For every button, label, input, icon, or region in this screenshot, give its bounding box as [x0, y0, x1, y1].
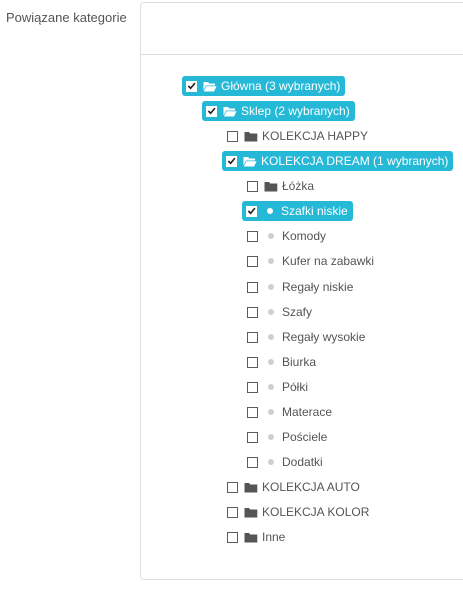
folder-open-icon: [203, 81, 217, 92]
dot-icon: [268, 284, 274, 290]
category-checkbox[interactable]: [247, 281, 258, 293]
dot-icon: [268, 334, 274, 340]
category-checkbox[interactable]: [227, 531, 238, 543]
tree-node-label: Szafy: [282, 305, 313, 319]
tree-node-glowna[interactable]: Główna (3 wybranych): [182, 76, 346, 96]
tree-node-materace[interactable]: Materace: [247, 402, 332, 422]
dot-icon: [268, 434, 274, 440]
dot-icon: [268, 359, 274, 365]
category-checkbox[interactable]: [247, 331, 258, 343]
tree-node-kolekcja-happy[interactable]: KOLEKCJA HAPPY: [227, 126, 368, 146]
tree-node-label: Dodatki: [282, 455, 323, 469]
tree-node-label: Sklep (2 wybranych): [241, 104, 350, 118]
dot-icon: [268, 258, 274, 264]
folder-open-icon: [223, 106, 237, 117]
tree-node-label: KOLEKCJA HAPPY: [262, 129, 369, 143]
category-checkbox[interactable]: [206, 105, 217, 117]
panel-toolbar-divider: [141, 54, 463, 55]
checkmark-icon: [187, 82, 196, 90]
tree-node-label: Materace: [282, 405, 333, 419]
tree-node-label: KOLEKCJA DREAM (1 wybranych): [261, 154, 449, 168]
tree-node-komody[interactable]: Komody: [247, 226, 326, 246]
tree-node-szafy[interactable]: Szafy: [247, 302, 312, 322]
folder-open-icon: [243, 156, 257, 167]
category-checkbox[interactable]: [227, 506, 238, 518]
checkmark-icon: [247, 207, 256, 215]
category-checkbox[interactable]: [227, 130, 238, 142]
tree-node-label: KOLEKCJA AUTO: [262, 480, 360, 494]
dot-icon: [268, 384, 274, 390]
folder-closed-icon: [264, 181, 278, 192]
checkmark-icon: [207, 107, 216, 115]
dot-icon: [267, 208, 273, 214]
dot-icon: [268, 409, 274, 415]
category-checkbox[interactable]: [247, 356, 258, 368]
tree-node-regaly-niskie[interactable]: Regały niskie: [247, 277, 353, 297]
tree-node-kufer-na-zabawki[interactable]: Kufer na zabawki: [247, 251, 374, 271]
category-checkbox[interactable]: [227, 481, 238, 493]
tree-node-label: Łóżka: [282, 179, 315, 193]
tree-node-label: Półki: [282, 380, 309, 394]
category-checkbox[interactable]: [247, 406, 258, 418]
tree-node-inne[interactable]: Inne: [227, 527, 285, 547]
folder-closed-icon: [244, 482, 258, 493]
tree-node-kolekcja-kolor[interactable]: KOLEKCJA KOLOR: [227, 502, 369, 522]
tree-node-biurka[interactable]: Biurka: [247, 352, 316, 372]
dot-icon: [268, 233, 274, 239]
category-checkbox[interactable]: [247, 456, 258, 468]
tree-node-regaly-wysokie[interactable]: Regały wysokie: [247, 327, 365, 347]
tree-node-polki[interactable]: Półki: [247, 377, 308, 397]
related-categories-label: Powiązane kategorie: [6, 10, 127, 25]
category-checkbox[interactable]: [247, 381, 258, 393]
tree-node-kolekcja-dream[interactable]: KOLEKCJA DREAM (1 wybranych): [222, 151, 454, 171]
tree-node-posciele[interactable]: Pościele: [247, 427, 327, 447]
tree-node-dodatki[interactable]: Dodatki: [247, 452, 323, 472]
tree-node-label: Inne: [262, 530, 286, 544]
tree-node-label: Szafki niskie: [281, 204, 348, 218]
tree-node-label: Pościele: [282, 430, 328, 444]
tree-node-label: Regały niskie: [282, 280, 354, 294]
tree-node-szafki-niskie[interactable]: Szafki niskie: [242, 201, 353, 221]
dot-icon: [268, 459, 274, 465]
checkmark-icon: [227, 157, 236, 165]
tree-node-lozka[interactable]: Łóżka: [247, 176, 314, 196]
tree-node-label: Regały wysokie: [282, 330, 366, 344]
tree-node-label: Kufer na zabawki: [282, 254, 375, 268]
category-checkbox[interactable]: [247, 230, 258, 242]
dot-icon: [268, 309, 274, 315]
tree-node-label: Główna (3 wybranych): [221, 79, 341, 93]
category-checkbox[interactable]: [247, 431, 258, 443]
category-checkbox[interactable]: [186, 80, 197, 92]
folder-closed-icon: [244, 532, 258, 543]
tree-node-label: KOLEKCJA KOLOR: [262, 505, 370, 519]
tree-node-sklep[interactable]: Sklep (2 wybranych): [202, 101, 355, 121]
category-checkbox[interactable]: [226, 155, 237, 167]
tree-node-kolekcja-auto[interactable]: KOLEKCJA AUTO: [227, 477, 360, 497]
category-checkbox[interactable]: [247, 306, 258, 318]
folder-closed-icon: [244, 131, 258, 142]
tree-node-label: Biurka: [282, 355, 317, 369]
folder-closed-icon: [244, 507, 258, 518]
category-tree-panel: Główna (3 wybranych) Sklep (2 wybranych) K…: [140, 2, 463, 580]
category-checkbox[interactable]: [247, 180, 258, 192]
category-checkbox[interactable]: [247, 255, 258, 267]
tree-node-label: Komody: [282, 229, 327, 243]
category-checkbox[interactable]: [246, 205, 257, 217]
